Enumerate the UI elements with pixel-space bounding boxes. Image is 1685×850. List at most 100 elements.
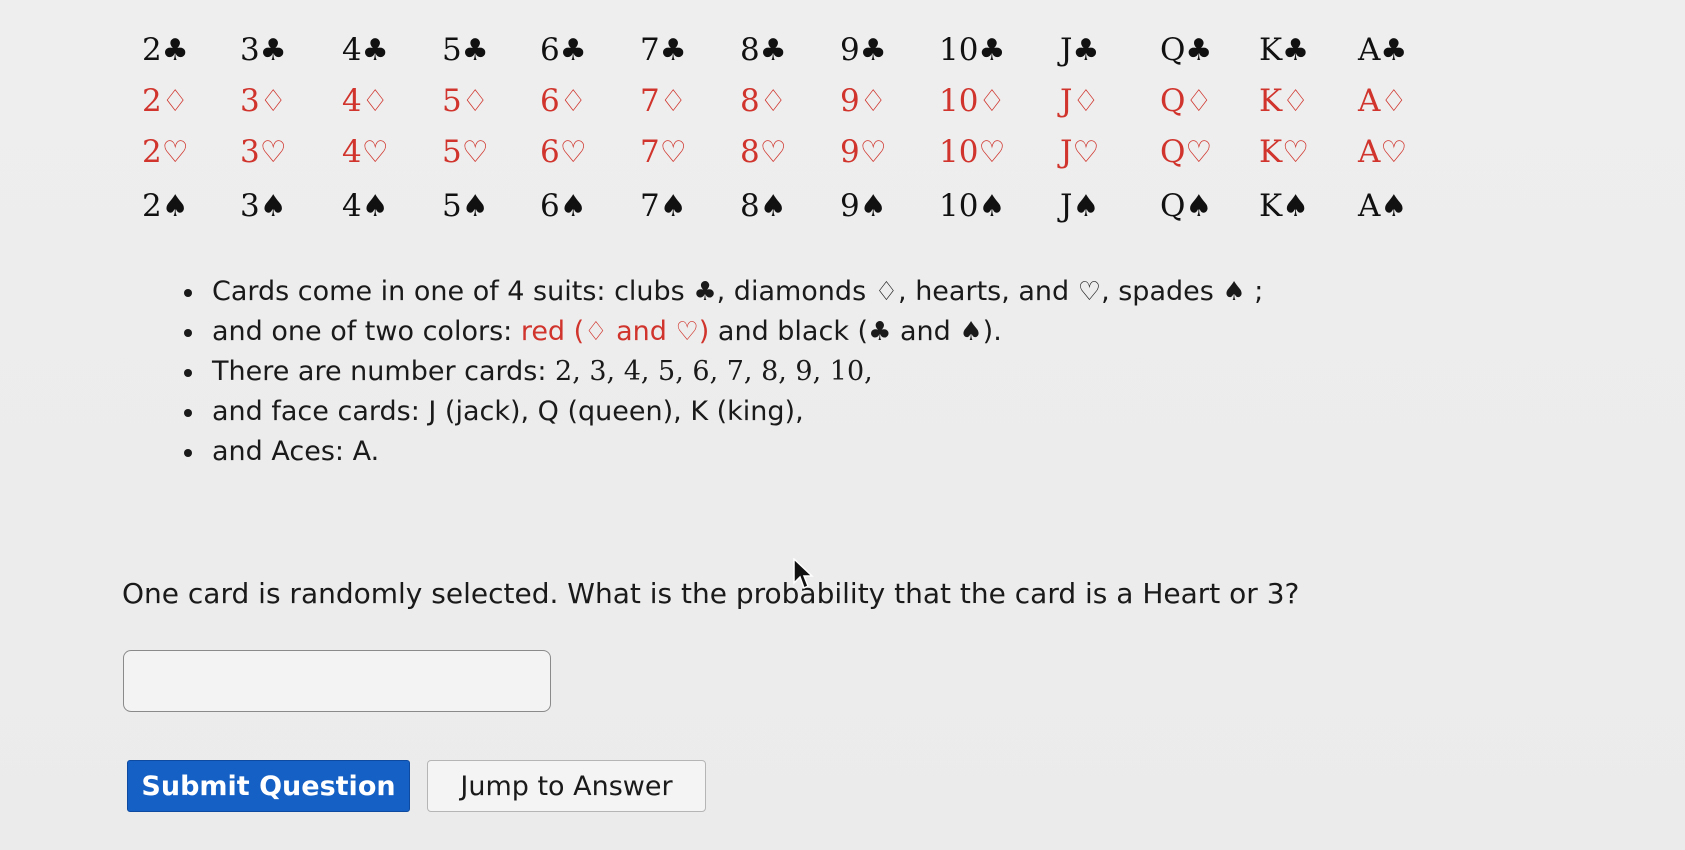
card-3-clubs: 3♣ xyxy=(240,28,287,73)
card-4-diamonds: 4♢ xyxy=(342,79,389,124)
card-rank: 8 xyxy=(740,188,760,224)
card-rank: Q xyxy=(1160,83,1186,119)
card-3-hearts: 3♡ xyxy=(240,130,287,175)
hearts-icon: ♡ xyxy=(361,135,389,170)
diamonds-icon: ♢ xyxy=(978,84,1006,119)
card-rank: 6 xyxy=(540,83,560,119)
card-rank: A xyxy=(1358,188,1381,224)
card-5-hearts: 5♡ xyxy=(442,130,489,175)
card-Q-clubs: Q♣ xyxy=(1160,28,1212,73)
card-rank: 3 xyxy=(240,83,260,119)
card-9-diamonds: 9♢ xyxy=(840,79,887,124)
spades-icon: ♠ xyxy=(859,189,887,224)
bullet-text: and xyxy=(891,316,960,347)
card-A-clubs: A♣ xyxy=(1358,28,1407,73)
spade-icon: ♠ xyxy=(1222,277,1246,307)
card-rank: 6 xyxy=(540,32,560,68)
diamonds-icon: ♢ xyxy=(1185,84,1213,119)
card-5-diamonds: 5♢ xyxy=(442,79,489,124)
card-2-diamonds: 2♢ xyxy=(142,79,189,124)
card-rank: 5 xyxy=(442,134,462,170)
hearts-icon: ♡ xyxy=(978,135,1006,170)
diamonds-icon: ♢ xyxy=(759,84,787,119)
clubs-icon: ♣ xyxy=(559,33,587,68)
card-10-diamonds: 10♢ xyxy=(939,79,1005,124)
card-6-spades: 6♠ xyxy=(540,184,587,229)
clubs-icon: ♣ xyxy=(361,33,389,68)
card-6-diamonds: 6♢ xyxy=(540,79,587,124)
spades-icon: ♠ xyxy=(1072,189,1100,224)
card-K-diamonds: K♢ xyxy=(1259,79,1309,124)
spades-icon: ♠ xyxy=(461,189,489,224)
card-rank: 9 xyxy=(840,188,860,224)
card-rank: 8 xyxy=(740,83,760,119)
card-rank: 8 xyxy=(740,134,760,170)
card-A-diamonds: A♢ xyxy=(1358,79,1407,124)
bullet-text: There are number cards: xyxy=(212,356,556,387)
card-rank: K xyxy=(1259,188,1283,224)
card-J-clubs: J♣ xyxy=(1060,28,1099,73)
card-8-diamonds: 8♢ xyxy=(740,79,787,124)
spade-icon: ♠ xyxy=(959,317,983,347)
card-rank: 4 xyxy=(342,134,362,170)
card-rank: 8 xyxy=(740,32,760,68)
card-rank: Q xyxy=(1160,188,1186,224)
spades-icon: ♠ xyxy=(1185,189,1213,224)
clubs-icon: ♣ xyxy=(259,33,287,68)
card-A-spades: A♠ xyxy=(1358,184,1407,229)
number-list: 2, 3, 4, 5, 6, 7, 8, 9, 10, xyxy=(555,356,873,387)
bullet-text: , spades xyxy=(1101,276,1223,307)
spades-icon: ♠ xyxy=(978,189,1006,224)
clubs-icon: ♣ xyxy=(859,33,887,68)
hearts-icon: ♡ xyxy=(1072,135,1100,170)
card-rank: A xyxy=(1358,134,1381,170)
card-rank: 9 xyxy=(840,134,860,170)
card-9-spades: 9♠ xyxy=(840,184,887,229)
card-rank: K xyxy=(1259,83,1283,119)
diamond-icon: ♢ xyxy=(584,317,608,347)
card-rank: 10 xyxy=(939,32,979,68)
card-rank: 7 xyxy=(640,83,660,119)
diamonds-icon: ♢ xyxy=(461,84,489,119)
card-9-hearts: 9♡ xyxy=(840,130,887,175)
card-rank: 10 xyxy=(939,83,979,119)
card-rank: 3 xyxy=(240,134,260,170)
card-6-clubs: 6♣ xyxy=(540,28,587,73)
card-rank: Q xyxy=(1160,134,1186,170)
card-2-clubs: 2♣ xyxy=(142,28,189,73)
card-2-spades: 2♠ xyxy=(142,184,189,229)
card-K-clubs: K♣ xyxy=(1259,28,1309,73)
card-3-diamonds: 3♢ xyxy=(240,79,287,124)
card-Q-hearts: Q♡ xyxy=(1160,130,1212,175)
hearts-icon: ♡ xyxy=(759,135,787,170)
card-8-clubs: 8♣ xyxy=(740,28,787,73)
card-A-hearts: A♡ xyxy=(1358,130,1407,175)
bullet-text: , diamonds xyxy=(716,276,875,307)
card-rank: 5 xyxy=(442,32,462,68)
card-4-hearts: 4♡ xyxy=(342,130,389,175)
hearts-icon: ♡ xyxy=(1282,135,1310,170)
spades-icon: ♠ xyxy=(1380,189,1408,224)
card-J-hearts: J♡ xyxy=(1060,130,1099,175)
jump-to-answer-button[interactable]: Jump to Answer xyxy=(427,760,706,812)
diamonds-icon: ♢ xyxy=(361,84,389,119)
hearts-icon: ♡ xyxy=(161,135,189,170)
card-rank: J xyxy=(1060,134,1073,170)
spades-icon: ♠ xyxy=(659,189,687,224)
bullet-text: Cards come in one of 4 suits: clubs xyxy=(212,276,694,307)
clubs-icon: ♣ xyxy=(461,33,489,68)
card-rank: 9 xyxy=(840,32,860,68)
bullet-suits: Cards come in one of 4 suits: clubs ♣, d… xyxy=(180,272,1263,312)
card-10-clubs: 10♣ xyxy=(939,28,1005,73)
card-4-spades: 4♠ xyxy=(342,184,389,229)
card-K-hearts: K♡ xyxy=(1259,130,1309,175)
spades-icon: ♠ xyxy=(161,189,189,224)
bullet-text: and black ( xyxy=(709,316,869,347)
card-Q-diamonds: Q♢ xyxy=(1160,79,1212,124)
hearts-icon: ♡ xyxy=(659,135,687,170)
submit-question-button[interactable]: Submit Question xyxy=(127,760,410,812)
bullet-face-cards: and face cards: J (jack), Q (queen), K (… xyxy=(180,392,1263,432)
answer-input[interactable] xyxy=(123,650,551,712)
card-J-spades: J♠ xyxy=(1060,184,1099,229)
hearts-icon: ♡ xyxy=(461,135,489,170)
